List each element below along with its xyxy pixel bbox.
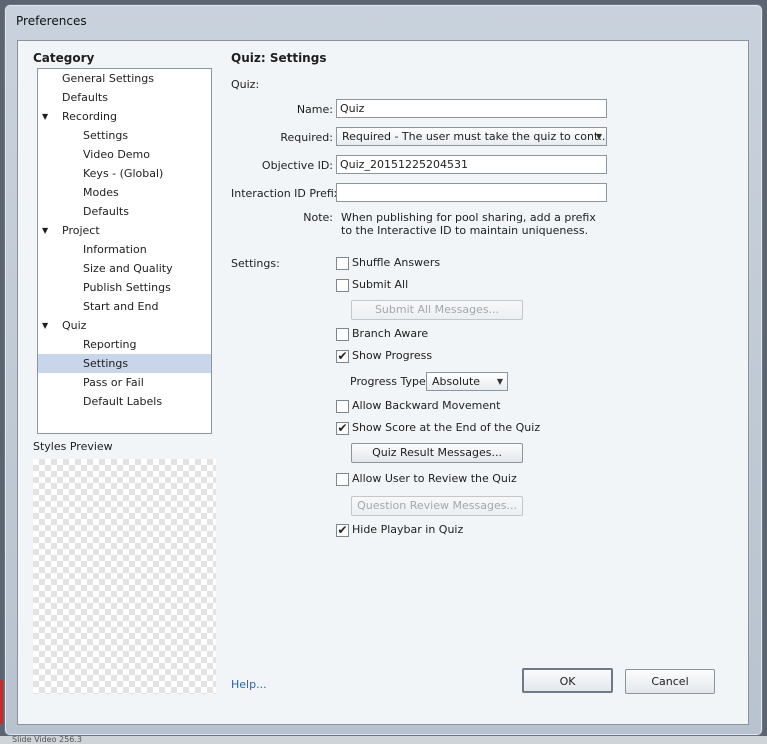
question-review-messages-button[interactable]: Question Review Messages...: [351, 496, 523, 516]
tree-item[interactable]: General Settings: [38, 69, 211, 88]
checkmark-icon: ✔: [337, 421, 348, 435]
tree-item-label: Default Labels: [83, 395, 163, 408]
dialog-client: Category General Settings Defaults ▼ Record…: [17, 40, 749, 725]
tree-expander-icon[interactable]: ▼: [42, 221, 48, 240]
tree-item[interactable]: ▼ Quiz: [38, 316, 211, 335]
tree-item[interactable]: Publish Settings: [38, 278, 211, 297]
hide-playbar-label: Hide Playbar in Quiz: [352, 523, 464, 536]
name-input[interactable]: Quiz: [336, 99, 607, 118]
tree-item-label: Size and Quality: [83, 262, 173, 275]
background-status-strip: Slide Video 256.3: [0, 736, 767, 744]
tree-item-label: Pass or Fail: [83, 376, 144, 389]
note-label: Note:: [303, 211, 333, 224]
interaction-id-prefix-input[interactable]: [336, 183, 607, 202]
tree-item[interactable]: ▼ Project: [38, 221, 211, 240]
tree-item-label: Video Demo: [83, 148, 150, 161]
objective-id-label: Objective ID:: [261, 159, 333, 172]
tree-item[interactable]: Information: [38, 240, 211, 259]
tree-expander-icon[interactable]: ▼: [42, 316, 48, 335]
background-marker: [0, 680, 3, 724]
tree-expander-icon[interactable]: ▼: [42, 107, 48, 126]
branch-aware-checkbox[interactable]: [336, 328, 349, 341]
show-score-checkbox[interactable]: ✔: [336, 422, 349, 435]
show-progress-checkbox[interactable]: ✔: [336, 350, 349, 363]
tree-item[interactable]: Defaults: [38, 88, 211, 107]
show-score-label: Show Score at the End of the Quiz: [352, 421, 541, 434]
tree-item[interactable]: Default Labels: [38, 392, 211, 411]
tree-item[interactable]: Start and End: [38, 297, 211, 316]
tree-item-label: Recording: [62, 110, 118, 123]
tree-item-label: Publish Settings: [83, 281, 171, 294]
tree-item-label: General Settings: [62, 72, 154, 85]
category-tree[interactable]: General Settings Defaults ▼ Recording Settin…: [37, 68, 212, 434]
submit-all-label: Submit All: [352, 278, 409, 291]
allow-review-checkbox[interactable]: [336, 473, 349, 486]
tree-item-label: Project: [62, 224, 100, 237]
ok-button[interactable]: OK: [522, 668, 613, 693]
progress-type-value: Absolute: [432, 375, 481, 388]
checkmark-icon: ✔: [337, 349, 348, 363]
tree-item[interactable]: Reporting: [38, 335, 211, 354]
progress-type-label: Progress Type:: [350, 375, 430, 388]
tree-item-label: Reporting: [83, 338, 137, 351]
chevron-down-icon: ▼: [496, 377, 503, 386]
tree-item-label: Information: [83, 243, 147, 256]
styles-preview-canvas: [33, 459, 216, 694]
tree-item[interactable]: Settings: [38, 126, 211, 145]
objective-id-input[interactable]: Quiz_20151225204531: [336, 155, 607, 174]
help-link[interactable]: Help...: [231, 678, 267, 691]
required-select-value: Required - The user must take the quiz t…: [342, 130, 607, 143]
show-progress-label: Show Progress: [352, 349, 433, 362]
styles-preview-label: Styles Preview: [33, 440, 113, 453]
name-label: Name:: [296, 103, 333, 116]
tree-item[interactable]: Modes: [38, 183, 211, 202]
category-heading: Category: [33, 51, 95, 65]
chevron-down-icon: ▼: [595, 132, 602, 141]
checkmark-icon: ✔: [337, 523, 348, 537]
tree-item[interactable]: Size and Quality: [38, 259, 211, 278]
tree-item-label: Settings: [83, 129, 129, 142]
tree-item[interactable]: ▼ Recording: [38, 107, 211, 126]
shuffle-answers-label: Shuffle Answers: [352, 256, 441, 269]
window-title: Preferences: [16, 14, 87, 28]
quiz-section-label: Quiz:: [231, 78, 260, 91]
tree-item[interactable]: Pass or Fail: [38, 373, 211, 392]
settings-label: Settings:: [231, 257, 280, 270]
cancel-button[interactable]: Cancel: [625, 669, 715, 694]
note-line-2: to the Interactive ID to maintain unique…: [341, 224, 589, 237]
tree-item[interactable]: Settings: [38, 354, 211, 373]
allow-backward-movement-checkbox[interactable]: [336, 400, 349, 413]
submit-all-checkbox[interactable]: [336, 279, 349, 292]
branch-aware-label: Branch Aware: [352, 327, 429, 340]
tree-item-label: Defaults: [83, 205, 129, 218]
submit-all-messages-button[interactable]: Submit All Messages...: [351, 300, 523, 320]
required-label: Required:: [280, 131, 333, 144]
allow-review-label: Allow User to Review the Quiz: [352, 472, 517, 485]
quiz-result-messages-button[interactable]: Quiz Result Messages...: [351, 443, 523, 463]
tree-item-label: Start and End: [83, 300, 159, 313]
tree-item-label: Settings: [83, 357, 129, 370]
progress-type-select[interactable]: Absolute ▼: [426, 372, 508, 391]
note-line-1: When publishing for pool sharing, add a …: [341, 211, 596, 224]
panel-title: Quiz: Settings: [231, 51, 327, 65]
interaction-id-prefix-label: Interaction ID Prefix:: [231, 187, 345, 200]
tree-item-label: Quiz: [62, 319, 87, 332]
allow-backward-movement-label: Allow Backward Movement: [352, 399, 501, 412]
tree-item-label: Defaults: [62, 91, 108, 104]
tree-item-label: Modes: [83, 186, 119, 199]
tree-item[interactable]: Defaults: [38, 202, 211, 221]
tree-item-label: Keys - (Global): [83, 167, 164, 180]
hide-playbar-checkbox[interactable]: ✔: [336, 524, 349, 537]
tree-item[interactable]: Video Demo: [38, 145, 211, 164]
shuffle-answers-checkbox[interactable]: [336, 257, 349, 270]
required-select[interactable]: Required - The user must take the quiz t…: [336, 127, 607, 146]
tree-item[interactable]: Keys - (Global): [38, 164, 211, 183]
